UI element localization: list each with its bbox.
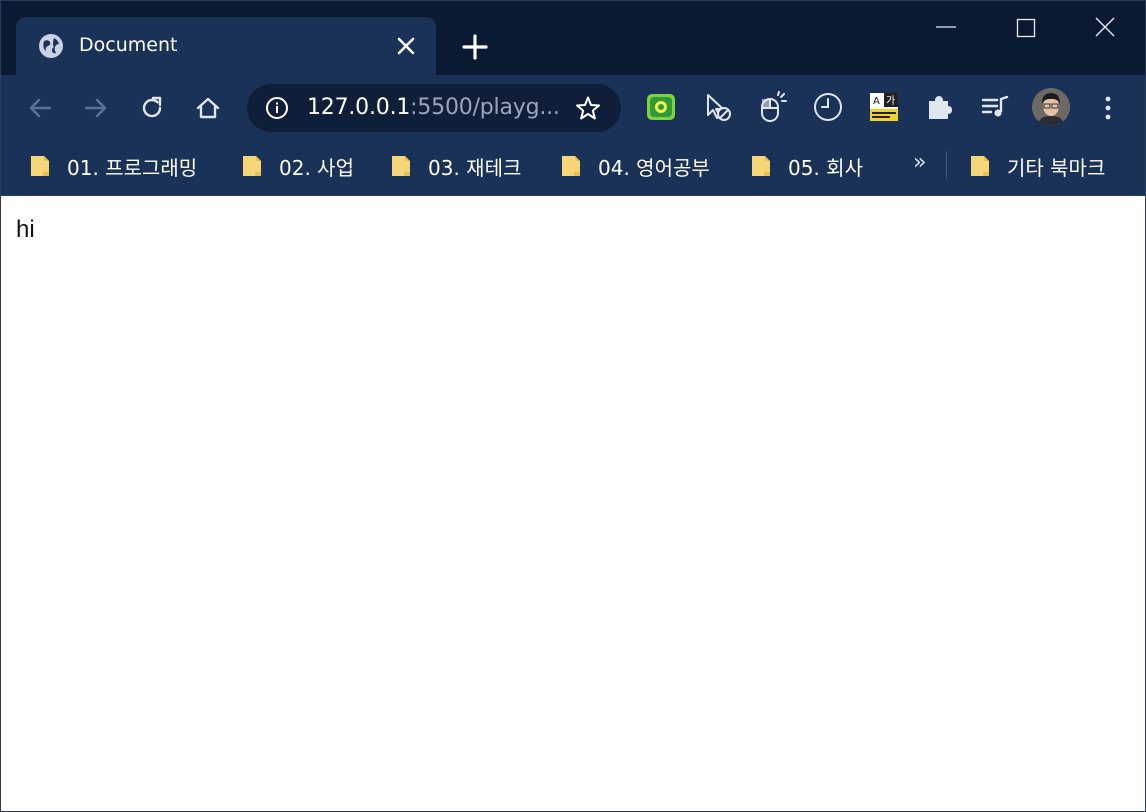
folder-icon: [971, 156, 989, 176]
bookmark-folder-finance[interactable]: 03. 재테크: [390, 149, 521, 183]
page-content: hi: [1, 196, 1145, 811]
puzzle-extensions-icon[interactable]: [923, 91, 955, 123]
bookmarks-divider: [946, 151, 947, 179]
bookmark-label: 05. 회사: [788, 155, 863, 180]
clock-extension-icon[interactable]: [812, 91, 844, 123]
svg-text:가: 가: [886, 95, 895, 107]
bookmark-folder-english[interactable]: 04. 영어공부: [560, 149, 710, 183]
browser-window: Document 127.0.0.1:5500/playg... A 가 01.…: [0, 0, 1146, 812]
folder-icon: [392, 156, 410, 176]
dictionary-extension-icon[interactable]: A가: [868, 91, 900, 123]
folder-icon: [562, 156, 580, 176]
bookmark-star-icon[interactable]: [575, 95, 601, 121]
screen-capture-extension-icon[interactable]: [645, 91, 677, 123]
forward-arrow-icon[interactable]: [81, 93, 111, 123]
toolbar: 127.0.0.1:5500/playg... A가: [1, 75, 1145, 139]
tab-strip: Document: [1, 1, 1145, 75]
address-bar[interactable]: 127.0.0.1:5500/playg...: [247, 84, 621, 132]
close-icon[interactable]: [1085, 9, 1125, 45]
bookmark-label: 기타 북마크: [1007, 155, 1106, 180]
folder-icon: [243, 156, 261, 176]
close-tab-icon[interactable]: [394, 34, 418, 58]
globe-icon: [38, 33, 64, 59]
bookmarks-bar: 01. 프로그래밍 02. 사업 03. 재테크 04. 영어공부 05. 회사…: [1, 139, 1145, 196]
reload-icon[interactable]: [137, 93, 167, 123]
page-body-text: hi: [16, 216, 35, 243]
more-menu-icon[interactable]: [1093, 93, 1123, 123]
bookmark-folder-other[interactable]: 기타 북마크: [969, 149, 1105, 183]
folder-icon: [31, 156, 49, 176]
bookmark-label: 02. 사업: [279, 155, 354, 180]
home-icon[interactable]: [193, 93, 223, 123]
back-arrow-icon[interactable]: [25, 93, 55, 123]
new-tab-button[interactable]: [461, 33, 489, 61]
mouse-extension-icon[interactable]: [757, 91, 789, 123]
url-text: 127.0.0.1:5500/playg...: [307, 95, 560, 120]
bookmark-folder-company[interactable]: 05. 회사: [750, 149, 863, 183]
maximize-icon[interactable]: [1006, 9, 1046, 45]
tab-document[interactable]: Document: [16, 17, 436, 75]
bookmark-folder-business[interactable]: 02. 사업: [241, 149, 354, 183]
cursor-blocker-extension-icon[interactable]: [702, 91, 734, 123]
bookmark-label: 03. 재테크: [428, 155, 522, 180]
info-icon[interactable]: [265, 96, 289, 120]
profile-avatar[interactable]: [1032, 88, 1070, 126]
tab-title: Document: [79, 34, 178, 56]
media-queue-icon[interactable]: [979, 91, 1011, 123]
url-path: :5500/playg...: [410, 95, 560, 120]
bookmark-label: 01. 프로그래밍: [67, 155, 198, 180]
bookmark-label: 04. 영어공부: [598, 155, 710, 180]
folder-icon: [752, 156, 770, 176]
svg-text:A: A: [873, 96, 880, 107]
bookmark-folder-programming[interactable]: 01. 프로그래밍: [29, 149, 197, 183]
more-bookmarks-chevron[interactable]: »: [913, 150, 926, 175]
minimize-icon[interactable]: [926, 9, 966, 45]
url-host: 127.0.0.1: [307, 95, 411, 120]
